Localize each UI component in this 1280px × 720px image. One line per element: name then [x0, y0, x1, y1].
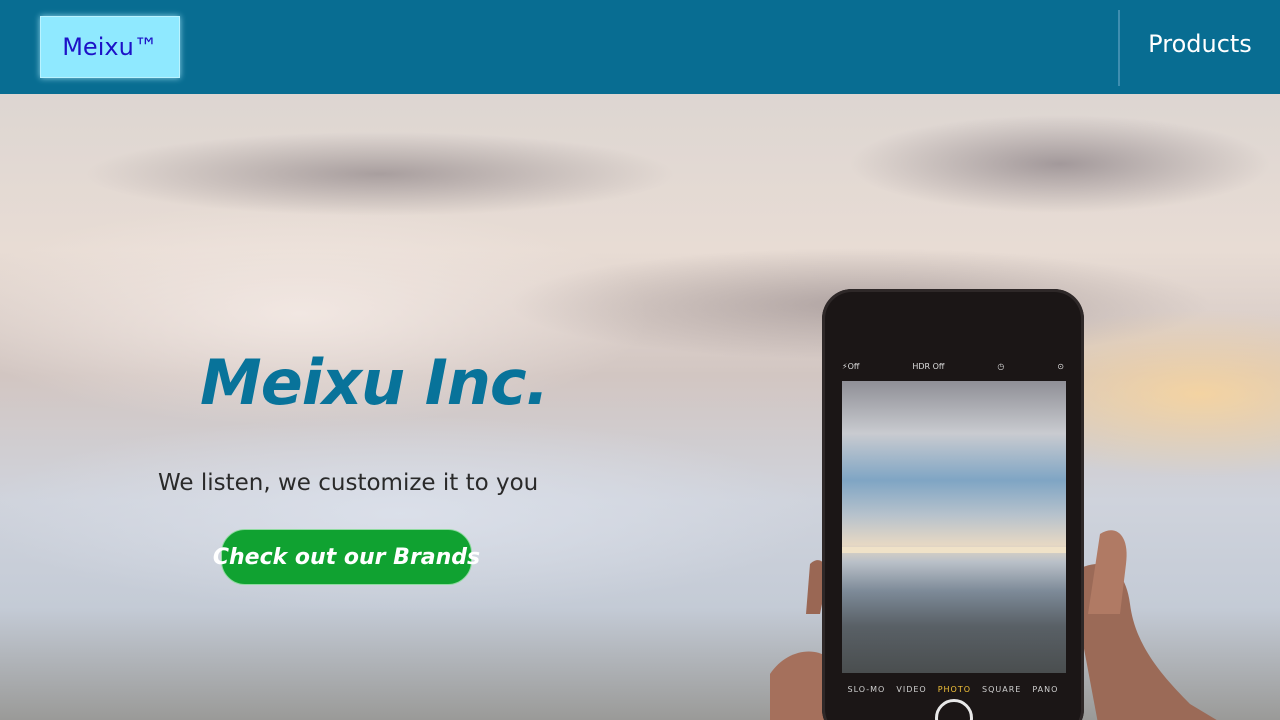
check-out-brands-button[interactable]: Check out our Brands [213, 529, 480, 585]
nav-link-products[interactable]: Products [1140, 30, 1260, 66]
hero-tagline: We listen, we customize it to you [158, 470, 539, 496]
hdr-label: HDR Off [912, 361, 945, 371]
phone-camera-toolbar: ⚡Off HDR Off ◷ ⊙ [842, 355, 1064, 377]
phone-screen [842, 381, 1066, 673]
screen-horizon [842, 547, 1066, 553]
mode-video: VIDEO [896, 684, 927, 694]
mode-photo: PHOTO [937, 684, 972, 694]
mode-square: SQUARE [982, 684, 1022, 694]
timer-icon: ◷ [997, 361, 1005, 371]
flash-label: ⚡Off [842, 361, 860, 371]
camera-modes: SLO-MO VIDEO PHOTO SQUARE PANO [842, 682, 1064, 696]
camera-flip-icon: ⊙ [1057, 361, 1064, 371]
brand-logo-button[interactable]: Meixu™ [40, 16, 180, 78]
phone-illustration: ⚡Off HDR Off ◷ ⊙ SLO-MO VIDEO PHOTO SQUA… [822, 289, 1084, 720]
shutter-button [935, 699, 973, 720]
mode-pano: PANO [1032, 684, 1059, 694]
top-navbar: Meixu™ Products [0, 0, 1280, 94]
hero-title: Meixu Inc. [200, 346, 549, 419]
nav-divider [1118, 10, 1120, 86]
hero-section: ⚡Off HDR Off ◷ ⊙ SLO-MO VIDEO PHOTO SQUA… [0, 94, 1280, 720]
mode-slomo: SLO-MO [847, 684, 886, 694]
